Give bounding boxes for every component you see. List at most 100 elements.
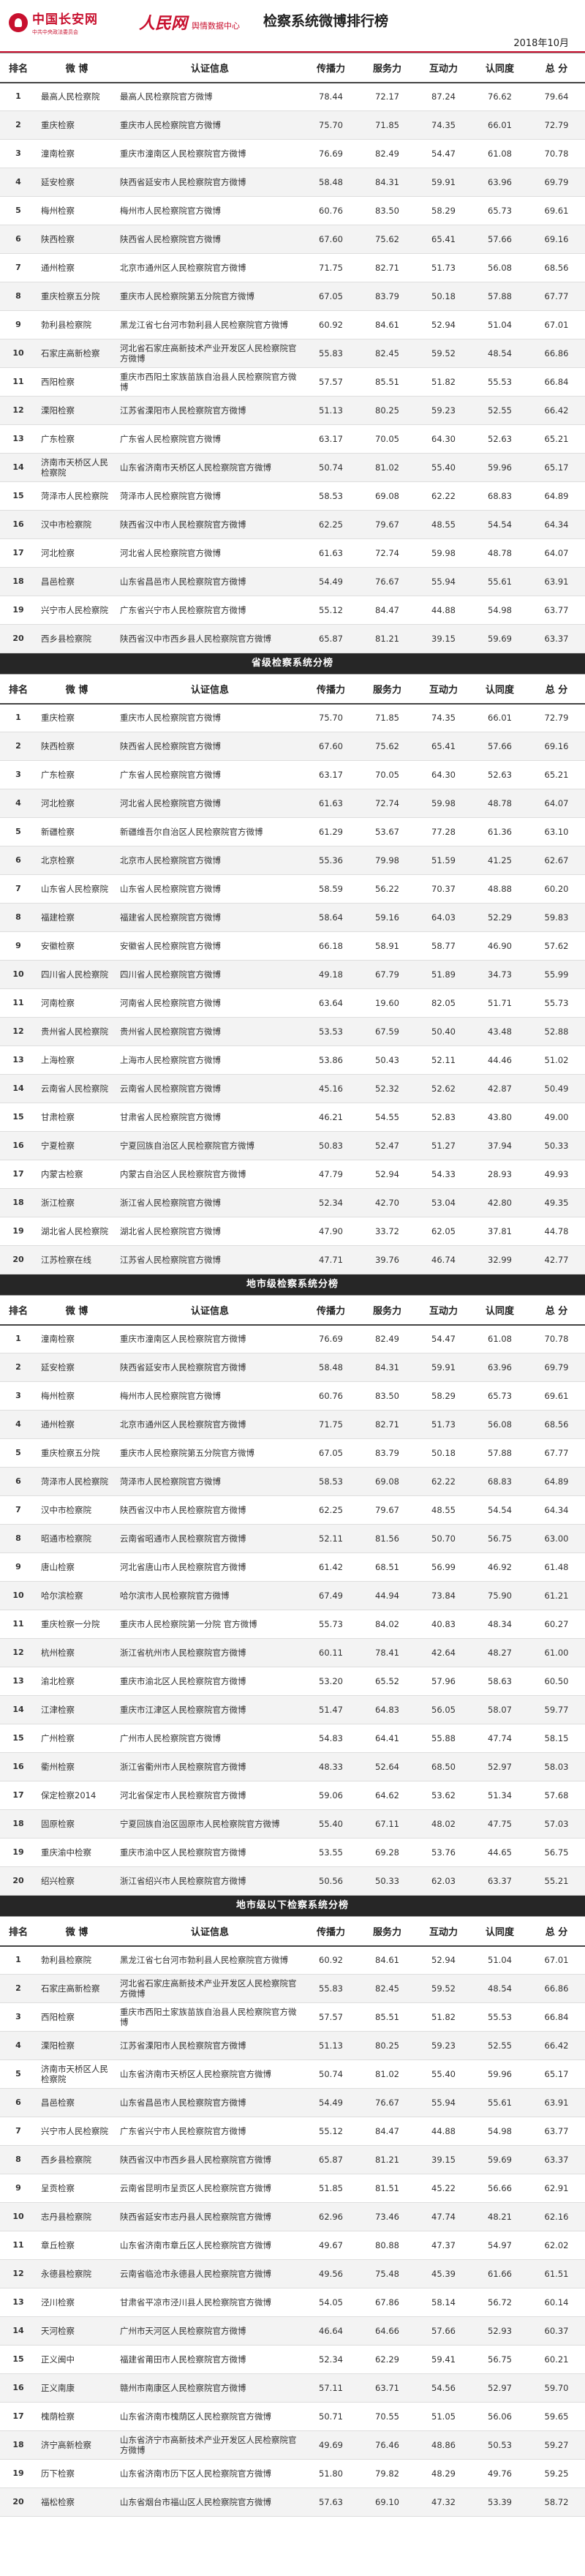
rank-cell: 5 xyxy=(0,196,37,225)
spread-score-cell: 57.63 xyxy=(303,2487,359,2517)
weibo-name-cell: 勃利县检察院 xyxy=(37,310,117,339)
rank-cell: 2 xyxy=(0,110,37,140)
weibo-name-cell: 哈尔滨检察 xyxy=(37,1581,117,1610)
rank-cell: 19 xyxy=(0,2459,37,2488)
table-row: 10 志丹县检察院 陕西省延安市志丹县人民检察院官方微博 62.96 73.46 47.7… xyxy=(0,2202,585,2231)
table-row: 18 昌邑检察 山东省昌邑市人民检察院官方微博 54.49 76.67 55.94 55.6… xyxy=(0,567,585,596)
spread-score-cell: 58.64 xyxy=(303,903,359,932)
table-row: 19 兴宁市人民检察院 广东省兴宁市人民检察院官方微博 55.12 84.47 44.88… xyxy=(0,596,585,625)
weibo-name-cell: 兴宁市人民检察院 xyxy=(37,2117,117,2146)
total-score-cell: 65.21 xyxy=(528,760,585,789)
table-row: 8 西乡县检察院 陕西省汉中市西乡县人民检察院官方微博 65.87 81.21 39.15… xyxy=(0,2145,585,2174)
spread-score-cell: 54.49 xyxy=(303,567,359,596)
total-score-cell: 61.00 xyxy=(528,1638,585,1667)
service-score-cell: 81.56 xyxy=(359,1524,415,1553)
rank-cell: 4 xyxy=(0,789,37,818)
rank-cell: 5 xyxy=(0,1438,37,1468)
rank-cell: 20 xyxy=(0,1245,37,1274)
certification-cell: 黑龙江省七台河市勃利县人民检察院官方微博 xyxy=(117,310,303,339)
weibo-name-cell: 昌邑检察 xyxy=(37,567,117,596)
service-score-cell: 67.79 xyxy=(359,960,415,989)
recognition-score-cell: 52.55 xyxy=(472,2031,528,2060)
spread-score-cell: 53.20 xyxy=(303,1667,359,1696)
recognition-score-cell: 57.88 xyxy=(472,1438,528,1468)
total-score-cell: 67.77 xyxy=(528,282,585,311)
table-row: 19 重庆渝中检察 重庆市渝中区人民检察院官方微博 53.55 69.28 53.76 44… xyxy=(0,1838,585,1867)
weibo-name-cell: 渝北检察 xyxy=(37,1667,117,1696)
spread-score-cell: 57.11 xyxy=(303,2373,359,2403)
total-score-cell: 49.93 xyxy=(528,1160,585,1189)
recognition-score-cell: 54.98 xyxy=(472,596,528,625)
spread-score-cell: 50.71 xyxy=(303,2402,359,2431)
service-score-cell: 84.02 xyxy=(359,1610,415,1639)
spread-score-cell: 58.59 xyxy=(303,874,359,904)
rank-cell: 9 xyxy=(0,931,37,961)
table-row: 7 兴宁市人民检察院 广东省兴宁市人民检察院官方微博 55.12 84.47 44.88 5… xyxy=(0,2117,585,2146)
weibo-name-cell: 陕西检察 xyxy=(37,225,117,254)
table-row: 10 四川省人民检察院 四川省人民检察院官方微博 49.18 67.79 51.89 34.… xyxy=(0,960,585,989)
service-score-cell: 71.85 xyxy=(359,703,415,732)
interaction-score-cell: 82.05 xyxy=(415,988,472,1018)
weibo-name-cell: 石家庄高新检察 xyxy=(37,339,117,368)
service-score-cell: 82.71 xyxy=(359,1410,415,1439)
recognition-score-cell: 57.88 xyxy=(472,282,528,311)
rank-cell: 15 xyxy=(0,2345,37,2374)
total-score-cell: 49.00 xyxy=(528,1103,585,1132)
service-score-cell: 81.02 xyxy=(359,453,415,482)
interaction-score-cell: 59.91 xyxy=(415,1353,472,1382)
spread-score-cell: 50.74 xyxy=(303,2059,359,2089)
interaction-score-cell: 59.41 xyxy=(415,2345,472,2374)
table-row: 19 历下检察 山东省济南市历下区人民检察院官方微博 51.80 79.82 48.29 4… xyxy=(0,2459,585,2488)
spread-score-cell: 66.18 xyxy=(303,931,359,961)
interaction-score-cell: 56.99 xyxy=(415,1552,472,1582)
recognition-score-cell: 47.74 xyxy=(472,1724,528,1753)
certification-cell: 重庆市江津区人民检察院官方微博 xyxy=(117,1695,303,1724)
table-row: 2 石家庄高新检察 河北省石家庄高新技术产业开发区人民检察院官方微博 55.83 82.… xyxy=(0,1974,585,2003)
rank-cell: 9 xyxy=(0,310,37,339)
table-row: 9 唐山检察 河北省唐山市人民检察院官方微博 61.42 68.51 56.99 46.92… xyxy=(0,1552,585,1582)
recognition-score-cell: 76.62 xyxy=(472,82,528,111)
weibo-name-cell: 云南省人民检察院 xyxy=(37,1074,117,1103)
rank-cell: 10 xyxy=(0,1581,37,1610)
weibo-name-cell: 昭通市检察院 xyxy=(37,1524,117,1553)
certification-cell: 上海市人民检察院官方微博 xyxy=(117,1045,303,1075)
column-header: 微 博 xyxy=(37,1916,117,1947)
weibo-name-cell: 梅州检察 xyxy=(37,1381,117,1411)
rank-cell: 16 xyxy=(0,1131,37,1160)
total-score-cell: 59.70 xyxy=(528,2373,585,2403)
total-score-cell: 62.16 xyxy=(528,2202,585,2231)
service-score-cell: 53.67 xyxy=(359,817,415,846)
rank-cell: 9 xyxy=(0,2174,37,2203)
column-header: 传播力 xyxy=(303,53,359,83)
total-score-cell: 69.16 xyxy=(528,225,585,254)
total-score-cell: 70.78 xyxy=(528,1324,585,1353)
weibo-name-cell: 正义南康 xyxy=(37,2373,117,2403)
certification-cell: 浙江省衢州市人民检察院官方微博 xyxy=(117,1752,303,1781)
interaction-score-cell: 52.62 xyxy=(415,1074,472,1103)
rank-cell: 14 xyxy=(0,2316,37,2346)
column-header: 认证信息 xyxy=(117,674,303,705)
spread-score-cell: 67.49 xyxy=(303,1581,359,1610)
interaction-score-cell: 56.05 xyxy=(415,1695,472,1724)
recognition-score-cell: 56.72 xyxy=(472,2288,528,2317)
interaction-score-cell: 55.40 xyxy=(415,453,472,482)
spread-score-cell: 57.57 xyxy=(303,367,359,397)
table-row: 1 勃利县检察院 黑龙江省七台河市勃利县人民检察院官方微博 60.92 84.61 52.… xyxy=(0,1945,585,1975)
interaction-score-cell: 53.62 xyxy=(415,1781,472,1810)
weibo-name-cell: 贵州省人民检察院 xyxy=(37,1017,117,1046)
column-header: 总 分 xyxy=(528,674,585,705)
interaction-score-cell: 68.50 xyxy=(415,1752,472,1781)
interaction-score-cell: 55.88 xyxy=(415,1724,472,1753)
interaction-score-cell: 70.37 xyxy=(415,874,472,904)
interaction-score-cell: 52.11 xyxy=(415,1045,472,1075)
certification-cell: 赣州市南康区人民检察院官方微博 xyxy=(117,2373,303,2403)
total-score-cell: 69.16 xyxy=(528,732,585,761)
recognition-score-cell: 48.54 xyxy=(472,339,528,368)
recognition-score-cell: 43.48 xyxy=(472,1017,528,1046)
certification-cell: 山东省人民检察院官方微博 xyxy=(117,874,303,904)
recognition-score-cell: 52.97 xyxy=(472,1752,528,1781)
recognition-score-cell: 55.61 xyxy=(472,2088,528,2117)
column-header: 传播力 xyxy=(303,1916,359,1947)
interaction-score-cell: 59.91 xyxy=(415,168,472,197)
rank-cell: 8 xyxy=(0,282,37,311)
